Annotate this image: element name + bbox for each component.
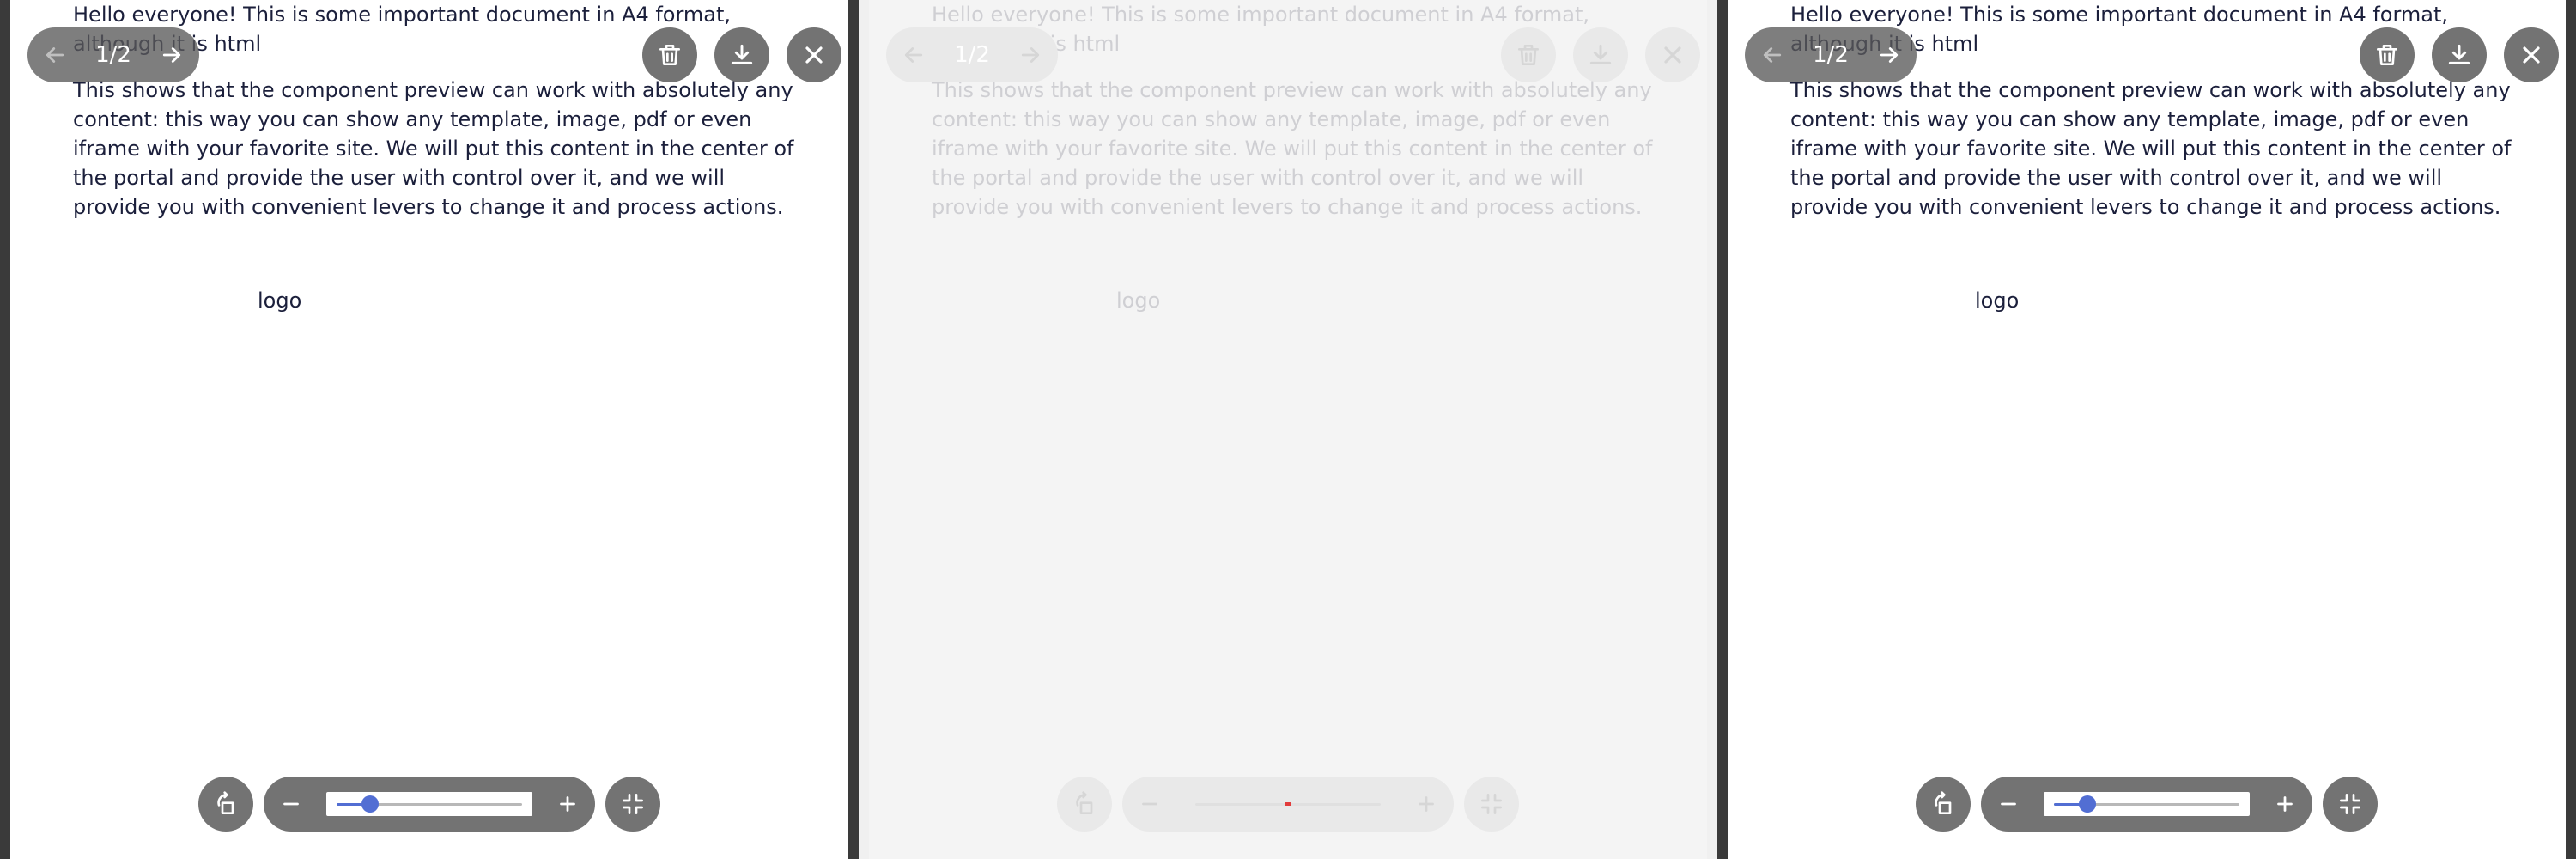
next-page-button[interactable]: [1013, 38, 1048, 72]
bottom-toolbar: [0, 777, 859, 832]
plus-icon: [2277, 796, 2293, 812]
download-icon: [731, 44, 753, 64]
document-page: Hello everyone! This is some important d…: [10, 0, 848, 859]
zoom-control: [1122, 777, 1454, 832]
prev-page-button[interactable]: [896, 38, 931, 72]
minimize-icon: [2340, 794, 2360, 814]
document-page: Hello everyone! This is some important d…: [1728, 0, 2566, 859]
zoom-in-button[interactable]: [547, 783, 588, 825]
logo-alt-text: logo: [1975, 289, 2020, 313]
logo-image-placeholder: logo: [1975, 286, 2019, 315]
plus-icon: [560, 796, 575, 812]
pagination: 1/2: [1745, 27, 1917, 82]
top-actions: [1501, 27, 1700, 82]
pagination: 1/2: [27, 27, 199, 82]
arrow-right-icon: [1021, 47, 1040, 63]
logo-alt-text: logo: [258, 289, 302, 313]
document-paragraph: This shows that the component preview ca…: [73, 78, 794, 219]
next-page-button[interactable]: [155, 38, 189, 72]
zoom-slider[interactable]: [2044, 792, 2250, 816]
rotate-button[interactable]: [1057, 777, 1112, 832]
zoom-slider-thumb[interactable]: [361, 795, 379, 813]
page-counter: 1/2: [1813, 42, 1849, 68]
fit-to-screen-button[interactable]: [1464, 777, 1519, 832]
document-paragraph: This shows that the component preview ca…: [932, 78, 1653, 219]
delete-button[interactable]: [1501, 27, 1556, 82]
preview-viewer-disabled: Hello everyone! This is some important d…: [859, 0, 1717, 859]
download-icon: [1589, 44, 1612, 64]
zoom-slider[interactable]: [326, 792, 532, 816]
pagination: 1/2: [886, 27, 1058, 82]
delete-button[interactable]: [2360, 27, 2415, 82]
arrow-left-icon: [1763, 47, 1782, 63]
trash-icon: [2377, 45, 2397, 65]
top-actions: [2360, 27, 2559, 82]
zoom-out-button[interactable]: [270, 783, 312, 825]
zoom-slider-thumb[interactable]: [2078, 795, 2096, 813]
minimize-icon: [1481, 794, 1502, 814]
next-page-button[interactable]: [1872, 38, 1906, 72]
arrow-left-icon: [46, 47, 64, 63]
logo-image-placeholder: logo: [1116, 286, 1160, 315]
download-button[interactable]: [2432, 27, 2487, 82]
arrow-right-icon: [162, 47, 181, 63]
zoom-slider-fill: [1195, 803, 1288, 806]
close-icon: [805, 46, 823, 64]
rotate-icon: [217, 791, 234, 814]
zoom-control: [1981, 777, 2312, 832]
arrow-left-icon: [904, 47, 923, 63]
delete-button[interactable]: [642, 27, 697, 82]
rotate-button[interactable]: [1916, 777, 1971, 832]
zoom-in-button[interactable]: [2264, 783, 2306, 825]
zoom-in-button[interactable]: [1406, 783, 1447, 825]
arrow-right-icon: [1880, 47, 1899, 63]
minus-icon: [1142, 802, 1157, 806]
download-button[interactable]: [1573, 27, 1628, 82]
trash-icon: [1518, 45, 1539, 65]
bottom-toolbar: [1717, 777, 2576, 832]
fit-to-screen-button[interactable]: [2323, 777, 2378, 832]
rotate-icon: [1935, 791, 1952, 814]
document-page: Hello everyone! This is some important d…: [869, 0, 1707, 859]
prev-page-button[interactable]: [38, 38, 72, 72]
download-button[interactable]: [714, 27, 769, 82]
close-button[interactable]: [2504, 27, 2559, 82]
close-button[interactable]: [1645, 27, 1700, 82]
minimize-icon: [623, 794, 643, 814]
top-actions: [642, 27, 841, 82]
close-button[interactable]: [787, 27, 841, 82]
zoom-out-button[interactable]: [1988, 783, 2029, 825]
plus-icon: [1419, 796, 1434, 812]
zoom-slider-thumb[interactable]: [1285, 802, 1291, 806]
close-icon: [2523, 46, 2540, 64]
download-icon: [2448, 44, 2470, 64]
prev-page-button[interactable]: [1755, 38, 1789, 72]
zoom-out-button[interactable]: [1129, 783, 1170, 825]
trash-icon: [659, 45, 680, 65]
page-counter: 1/2: [954, 42, 990, 68]
preview-viewer: Hello everyone! This is some important d…: [0, 0, 859, 859]
minus-icon: [2001, 802, 2016, 806]
fit-to-screen-button[interactable]: [605, 777, 660, 832]
preview-viewer: Hello everyone! This is some important d…: [1717, 0, 2576, 859]
bottom-toolbar: [859, 777, 1717, 832]
preview-gallery: Hello everyone! This is some important d…: [0, 0, 2576, 859]
logo-image-placeholder: logo: [258, 286, 301, 315]
minus-icon: [283, 802, 299, 806]
zoom-slider[interactable]: [1185, 792, 1391, 816]
rotate-button[interactable]: [198, 777, 253, 832]
zoom-control: [264, 777, 595, 832]
page-counter: 1/2: [95, 42, 131, 68]
logo-alt-text: logo: [1116, 289, 1161, 313]
document-paragraph: This shows that the component preview ca…: [1790, 78, 2512, 219]
rotate-icon: [1076, 791, 1093, 814]
close-icon: [1664, 46, 1681, 64]
